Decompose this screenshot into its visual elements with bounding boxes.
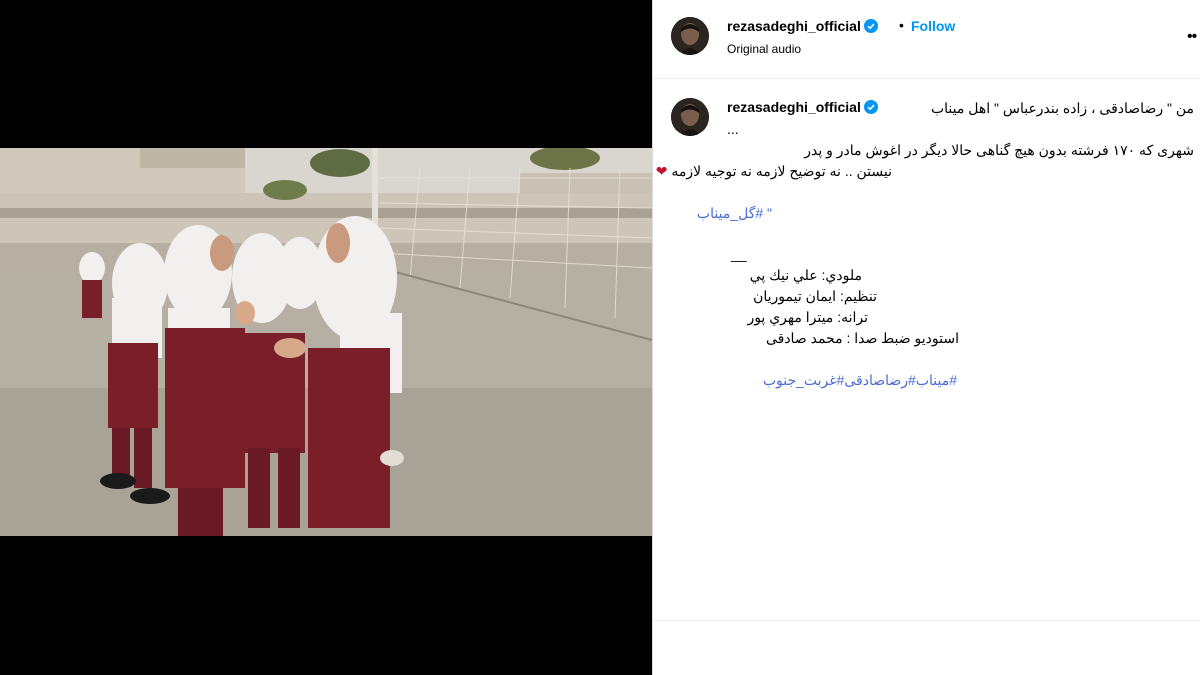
caption-avatar[interactable]: [671, 98, 709, 136]
post-side-panel: rezasadeghi_official • Follow Original a…: [653, 0, 1200, 675]
avatar[interactable]: [671, 17, 709, 55]
verified-badge-icon: [863, 100, 878, 114]
credit-lyrics: ترانه: میترا مهري پور: [747, 309, 868, 325]
post-header: rezasadeghi_official • Follow Original a…: [653, 0, 1200, 79]
credit-studio: استوديو ضبط صدا : محمد صادقی: [765, 330, 959, 346]
follow-button[interactable]: Follow: [911, 18, 955, 34]
verified-badge-icon: [863, 19, 878, 33]
caption-username[interactable]: rezasadeghi_official: [727, 99, 878, 115]
separator-dot: •: [899, 17, 904, 33]
original-audio-link[interactable]: Original audio: [727, 42, 801, 56]
more-options-icon[interactable]: ••: [1187, 28, 1197, 46]
caption-dash: __: [731, 246, 747, 262]
broken-heart-icon: ❤: [655, 163, 668, 179]
instagram-post-view: rezasadeghi_official • Follow Original a…: [0, 0, 1200, 675]
caption-ellipsis: ...: [727, 121, 739, 137]
video-frame-image: [0, 148, 652, 536]
hashtag-gol-minab[interactable]: " #گل_میناب: [697, 205, 772, 222]
caption-line-1: من " رضاصادقی ، زاده بندرعباس " اهل مینا…: [930, 100, 1194, 116]
video-player[interactable]: [0, 148, 652, 536]
caption-username-text: rezasadeghi_official: [727, 99, 861, 115]
hashtag-list[interactable]: #میناب#رضاصادقی#غربت_جنوب: [763, 372, 957, 389]
credit-melody: ملودي: علي نيك پي: [749, 267, 862, 283]
media-pane: [0, 0, 652, 675]
caption-line-4-text: نیستن .. نه توضیح لازمه نه توجیه لازمه: [671, 163, 892, 179]
username-link[interactable]: rezasadeghi_official: [727, 18, 878, 34]
username-text: rezasadeghi_official: [727, 18, 861, 34]
credit-arrangement: تنظیم: ایمان تیموریان: [753, 288, 877, 304]
caption-line-4: نیستن .. نه توضیح لازمه نه توجیه لازمه ❤: [656, 163, 892, 180]
section-divider: [653, 620, 1200, 621]
caption-line-3: شهری که ۱۷۰ فرشته بدون هیچ گناهی حالا دی…: [804, 142, 1194, 158]
